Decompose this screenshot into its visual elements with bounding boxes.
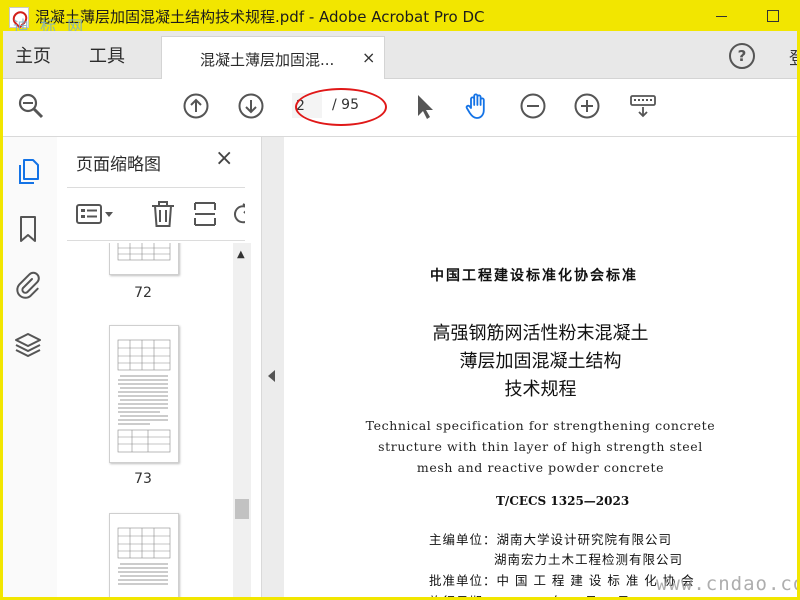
panel-title: 页面缩略图 <box>76 155 161 175</box>
document-view[interactable]: 中国工程建设标准化协会标准 高强钢筋网活性粉末混凝土 薄层加固混凝土结构 技术规… <box>284 137 797 597</box>
zoom-in-icon[interactable] <box>573 92 601 120</box>
minimize-button[interactable] <box>709 5 735 27</box>
scrollbar-thumb[interactable] <box>235 499 249 519</box>
hand-tool-icon[interactable] <box>463 92 491 120</box>
thumbnail-panel: 页面缩略图 × 72 73 ▲ <box>57 137 262 597</box>
menu-home[interactable]: 主页 <box>15 42 51 68</box>
page-total: / 95 <box>332 97 359 113</box>
app-window: 混凝土薄层加固混凝土结构技术规程.pdf - Adobe Acrobat Pro… <box>0 0 800 600</box>
doc-standard-code: T/CECS 1325—2023 <box>496 494 630 508</box>
doc-editor-line2: 湖南宏力土木工程检测有限公司 <box>494 552 684 567</box>
menu-bar: 主页 工具 混凝土薄层加固混... × ? 登 <box>3 31 797 80</box>
thumbnail-list[interactable]: 72 73 ▲ <box>57 243 261 597</box>
doc-editor-line1: 主编单位：湖南大学设计研究院有限公司 <box>429 532 673 547</box>
maximize-button[interactable] <box>760 5 786 27</box>
page-up-icon[interactable] <box>182 92 210 120</box>
thumbnail-options-icon[interactable] <box>75 200 115 228</box>
thumbnail-label-72: 72 <box>134 285 152 301</box>
zoom-out-icon[interactable] <box>519 92 547 120</box>
keyboard-read-mode-icon[interactable] <box>629 92 657 120</box>
doc-title-line2: 薄层加固混凝土结构 <box>459 351 622 372</box>
watermark-url: www.cndao.com <box>656 573 797 595</box>
tab-close-icon[interactable]: × <box>362 48 375 67</box>
thumbnail-scrollbar[interactable]: ▲ <box>233 243 251 597</box>
panel-splitter[interactable] <box>262 137 284 597</box>
left-rail <box>3 137 58 597</box>
doc-title-line1: 高强钢筋网活性粉末混凝土 <box>432 323 649 344</box>
title-bar: 混凝土薄层加固混凝土结构技术规程.pdf - Adobe Acrobat Pro… <box>3 3 797 36</box>
doc-approval-line: 批准单位：中 国 工 程 建 设 标 准 化 协 会 <box>429 573 695 588</box>
panel-close-icon[interactable]: × <box>215 146 233 171</box>
thumbnail-label-73: 73 <box>134 471 152 487</box>
layers-icon[interactable] <box>14 331 42 361</box>
thumbnail-page-72[interactable] <box>109 243 179 275</box>
zoom-icon[interactable] <box>17 92 45 120</box>
page-number-input[interactable] <box>292 93 322 118</box>
doc-english-line1: Technical specification for strengthenin… <box>365 418 716 433</box>
document-tab[interactable]: 混凝土薄层加固混... × <box>161 36 385 80</box>
collapse-panel-icon[interactable] <box>268 370 275 382</box>
doc-title-line3: 技术规程 <box>504 379 577 400</box>
document-tab-label: 混凝土薄层加固混... <box>200 51 335 69</box>
thumbnail-page-74[interactable] <box>109 513 179 597</box>
page-thumbnails-icon[interactable] <box>14 157 42 187</box>
bookmark-icon[interactable] <box>14 214 42 244</box>
doc-english-line2: structure with thin layer of high streng… <box>378 439 703 454</box>
attachment-icon[interactable] <box>14 271 42 301</box>
help-icon[interactable]: ? <box>729 43 755 69</box>
main-toolbar: / 95 <box>3 79 797 137</box>
thumbnail-page-73[interactable] <box>109 325 179 463</box>
window-title: 混凝土薄层加固混凝土结构技术规程.pdf - Adobe Acrobat Pro… <box>35 8 485 26</box>
delete-page-icon[interactable] <box>149 200 177 228</box>
menu-tools[interactable]: 工具 <box>89 42 125 68</box>
rotate-page-icon[interactable] <box>229 200 245 228</box>
sign-in-link[interactable]: 登 <box>789 44 797 69</box>
scroll-up-icon[interactable]: ▲ <box>237 249 245 260</box>
select-arrow-icon[interactable] <box>411 92 439 120</box>
extract-page-icon[interactable] <box>191 200 219 228</box>
doc-english-line3: mesh and reactive powder concrete <box>416 460 665 475</box>
thumbnail-toolbar <box>67 187 245 241</box>
doc-association: 中国工程建设标准化协会标准 <box>430 268 638 284</box>
doc-date-line: 施行日期：2 0 2 3 年 9 月 1 日 <box>429 591 631 597</box>
page-down-icon[interactable] <box>237 92 265 120</box>
